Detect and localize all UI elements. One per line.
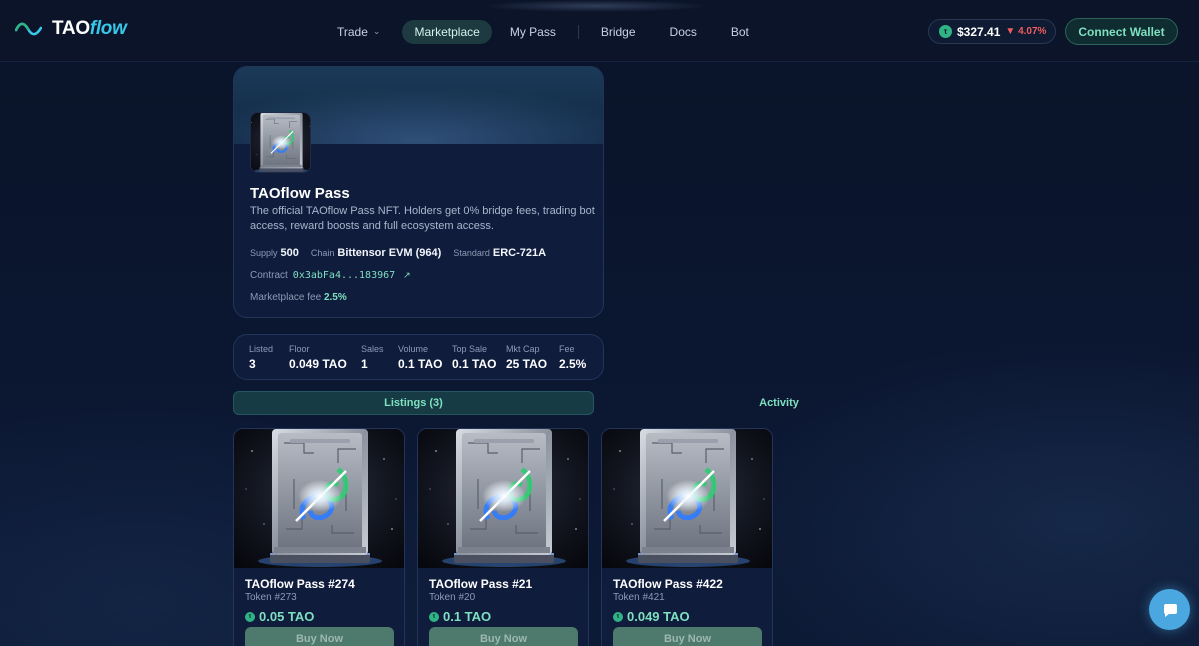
stat-label: Top Sale bbox=[452, 344, 488, 354]
nav-trade[interactable]: Trade ⌄ bbox=[325, 20, 392, 44]
brand-name-part2: flow bbox=[89, 18, 127, 39]
collection-card: TAOflow Pass The official TAOflow Pass N… bbox=[233, 66, 604, 318]
meta-standard-label: Standard bbox=[453, 248, 490, 258]
stat-mkt-cap: Mkt Cap 25 TAO bbox=[506, 344, 547, 371]
nft-listing-card[interactable]: TAOflow Pass #422 Token #421 τ 0.049 TAO… bbox=[601, 428, 773, 646]
marketplace-fee: Marketplace fee 2.5% bbox=[250, 292, 347, 303]
nft-name: TAOflow Pass #422 bbox=[613, 577, 723, 591]
stat-listed: Listed 3 bbox=[249, 344, 273, 371]
nav-marketplace[interactable]: Marketplace bbox=[402, 19, 492, 44]
buy-now-button[interactable]: Buy Now bbox=[613, 627, 762, 646]
meta-supply-label: Supply bbox=[250, 248, 278, 258]
stat-value: 0.049 TAO bbox=[289, 357, 347, 371]
stat-value: 1 bbox=[361, 357, 368, 371]
nft-name: TAOflow Pass #21 bbox=[429, 577, 533, 591]
stat-label: Fee bbox=[559, 344, 575, 354]
collection-description: The official TAOflow Pass NFT. Holders g… bbox=[250, 205, 595, 232]
stat-value: 0.1 TAO bbox=[452, 357, 497, 371]
top-navbar: TAOflow Trade ⌄ Marketplace My Pass Brid… bbox=[0, 0, 1199, 62]
marketplace-fee-label: Marketplace fee bbox=[250, 292, 322, 303]
stat-volume: Volume 0.1 TAO bbox=[398, 344, 442, 371]
nav-bot[interactable]: Bot bbox=[719, 20, 761, 44]
collection-meta: Supply 500 Chain Bittensor EVM (964) Stand… bbox=[250, 243, 546, 261]
nav-divider bbox=[577, 24, 579, 39]
stat-label: Sales bbox=[361, 344, 384, 354]
collection-title: TAOflow Pass bbox=[250, 185, 350, 202]
nft-image[interactable] bbox=[234, 429, 405, 568]
nav-docs[interactable]: Docs bbox=[658, 20, 709, 44]
stat-sales: Sales 1 bbox=[361, 344, 384, 371]
meta-chain: Chain Bittensor EVM (964) bbox=[311, 243, 441, 261]
collection-stats: Listed 3 Floor 0.049 TAO Sales 1 Volume … bbox=[233, 334, 604, 380]
meta-chain-value: Bittensor EVM (964) bbox=[337, 247, 442, 259]
nav-my-pass[interactable]: My Pass bbox=[498, 20, 568, 44]
nft-price: τ 0.049 TAO bbox=[613, 609, 690, 624]
nft-token-id: Token #273 bbox=[245, 592, 297, 603]
nft-listing-card[interactable]: TAOflow Pass #274 Token #273 τ 0.05 TAO … bbox=[233, 428, 405, 646]
tao-coin-icon: τ bbox=[429, 611, 439, 622]
tao-coin-icon: τ bbox=[613, 611, 623, 622]
stat-value: 3 bbox=[249, 357, 256, 371]
contract-address-link[interactable]: 0x3abFa4...183967 bbox=[293, 270, 395, 281]
stat-value: 0.1 TAO bbox=[398, 357, 443, 371]
nft-price: τ 0.1 TAO bbox=[429, 609, 491, 624]
wave-logo-icon bbox=[15, 22, 42, 36]
chat-button[interactable] bbox=[1149, 589, 1190, 630]
meta-standard-value: ERC-721A bbox=[492, 247, 547, 259]
tao-price-pill[interactable]: τ $327.41 ▼ 4.07% bbox=[928, 19, 1056, 44]
stat-value: 2.5% bbox=[559, 357, 587, 371]
stat-floor: Floor 0.049 TAO bbox=[289, 344, 347, 371]
contract-label: Contract bbox=[250, 270, 288, 281]
tao-price-value: $327.41 bbox=[957, 24, 1001, 39]
meta-standard: Standard ERC-721A bbox=[453, 243, 546, 261]
nft-name: TAOflow Pass #274 bbox=[245, 577, 355, 591]
nav-links: Trade ⌄ Marketplace My Pass Bridge Docs … bbox=[325, 19, 761, 44]
external-link-icon[interactable]: ↗ bbox=[403, 270, 411, 281]
tao-coin-icon: τ bbox=[939, 25, 952, 38]
nft-price-value: 0.049 TAO bbox=[627, 609, 690, 624]
marketplace-fee-value: 2.5% bbox=[323, 292, 347, 303]
stat-label: Volume bbox=[398, 344, 429, 354]
nft-price: τ 0.05 TAO bbox=[245, 609, 314, 624]
tab-listings[interactable]: Listings (3) bbox=[233, 391, 594, 415]
nft-image[interactable] bbox=[602, 429, 773, 568]
top-glow bbox=[480, 0, 710, 12]
nav-trade-label: Trade bbox=[337, 24, 368, 39]
stat-fee: Fee 2.5% bbox=[559, 344, 586, 371]
stat-label: Mkt Cap bbox=[506, 344, 540, 354]
connect-wallet-button[interactable]: Connect Wallet bbox=[1065, 18, 1178, 45]
stat-label: Floor bbox=[289, 344, 310, 354]
nft-image[interactable] bbox=[418, 429, 589, 568]
tab-activity[interactable]: Activity bbox=[594, 391, 964, 415]
chat-bubble-icon bbox=[1163, 603, 1177, 617]
nft-price-value: 0.05 TAO bbox=[259, 609, 315, 624]
collection-thumbnail bbox=[250, 112, 311, 173]
nft-listing-card[interactable]: TAOflow Pass #21 Token #20 τ 0.1 TAO Buy… bbox=[417, 428, 589, 646]
tao-price-change: ▼ 4.07% bbox=[1005, 26, 1047, 37]
nft-token-id: Token #20 bbox=[429, 592, 476, 603]
stat-value: 25 TAO bbox=[506, 357, 548, 371]
nav-bridge[interactable]: Bridge bbox=[589, 20, 648, 44]
contract-row: Contract 0x3abFa4...183967 ↗ bbox=[250, 270, 411, 281]
nft-price-value: 0.1 TAO bbox=[443, 609, 492, 624]
nft-token-id: Token #421 bbox=[613, 592, 665, 603]
chevron-down-icon: ⌄ bbox=[372, 26, 381, 36]
buy-now-button[interactable]: Buy Now bbox=[245, 627, 394, 646]
brand-logo[interactable]: TAOflow bbox=[15, 18, 127, 40]
stat-label: Listed bbox=[249, 344, 274, 354]
stat-top-sale: Top Sale 0.1 TAO bbox=[452, 344, 496, 371]
meta-chain-label: Chain bbox=[310, 248, 335, 258]
meta-supply: Supply 500 bbox=[250, 243, 299, 261]
brand-name-part1: TAO bbox=[52, 18, 90, 39]
meta-supply-value: 500 bbox=[280, 247, 299, 259]
tao-coin-icon: τ bbox=[245, 611, 255, 622]
brand-name: TAOflow bbox=[52, 18, 127, 40]
buy-now-button[interactable]: Buy Now bbox=[429, 627, 578, 646]
